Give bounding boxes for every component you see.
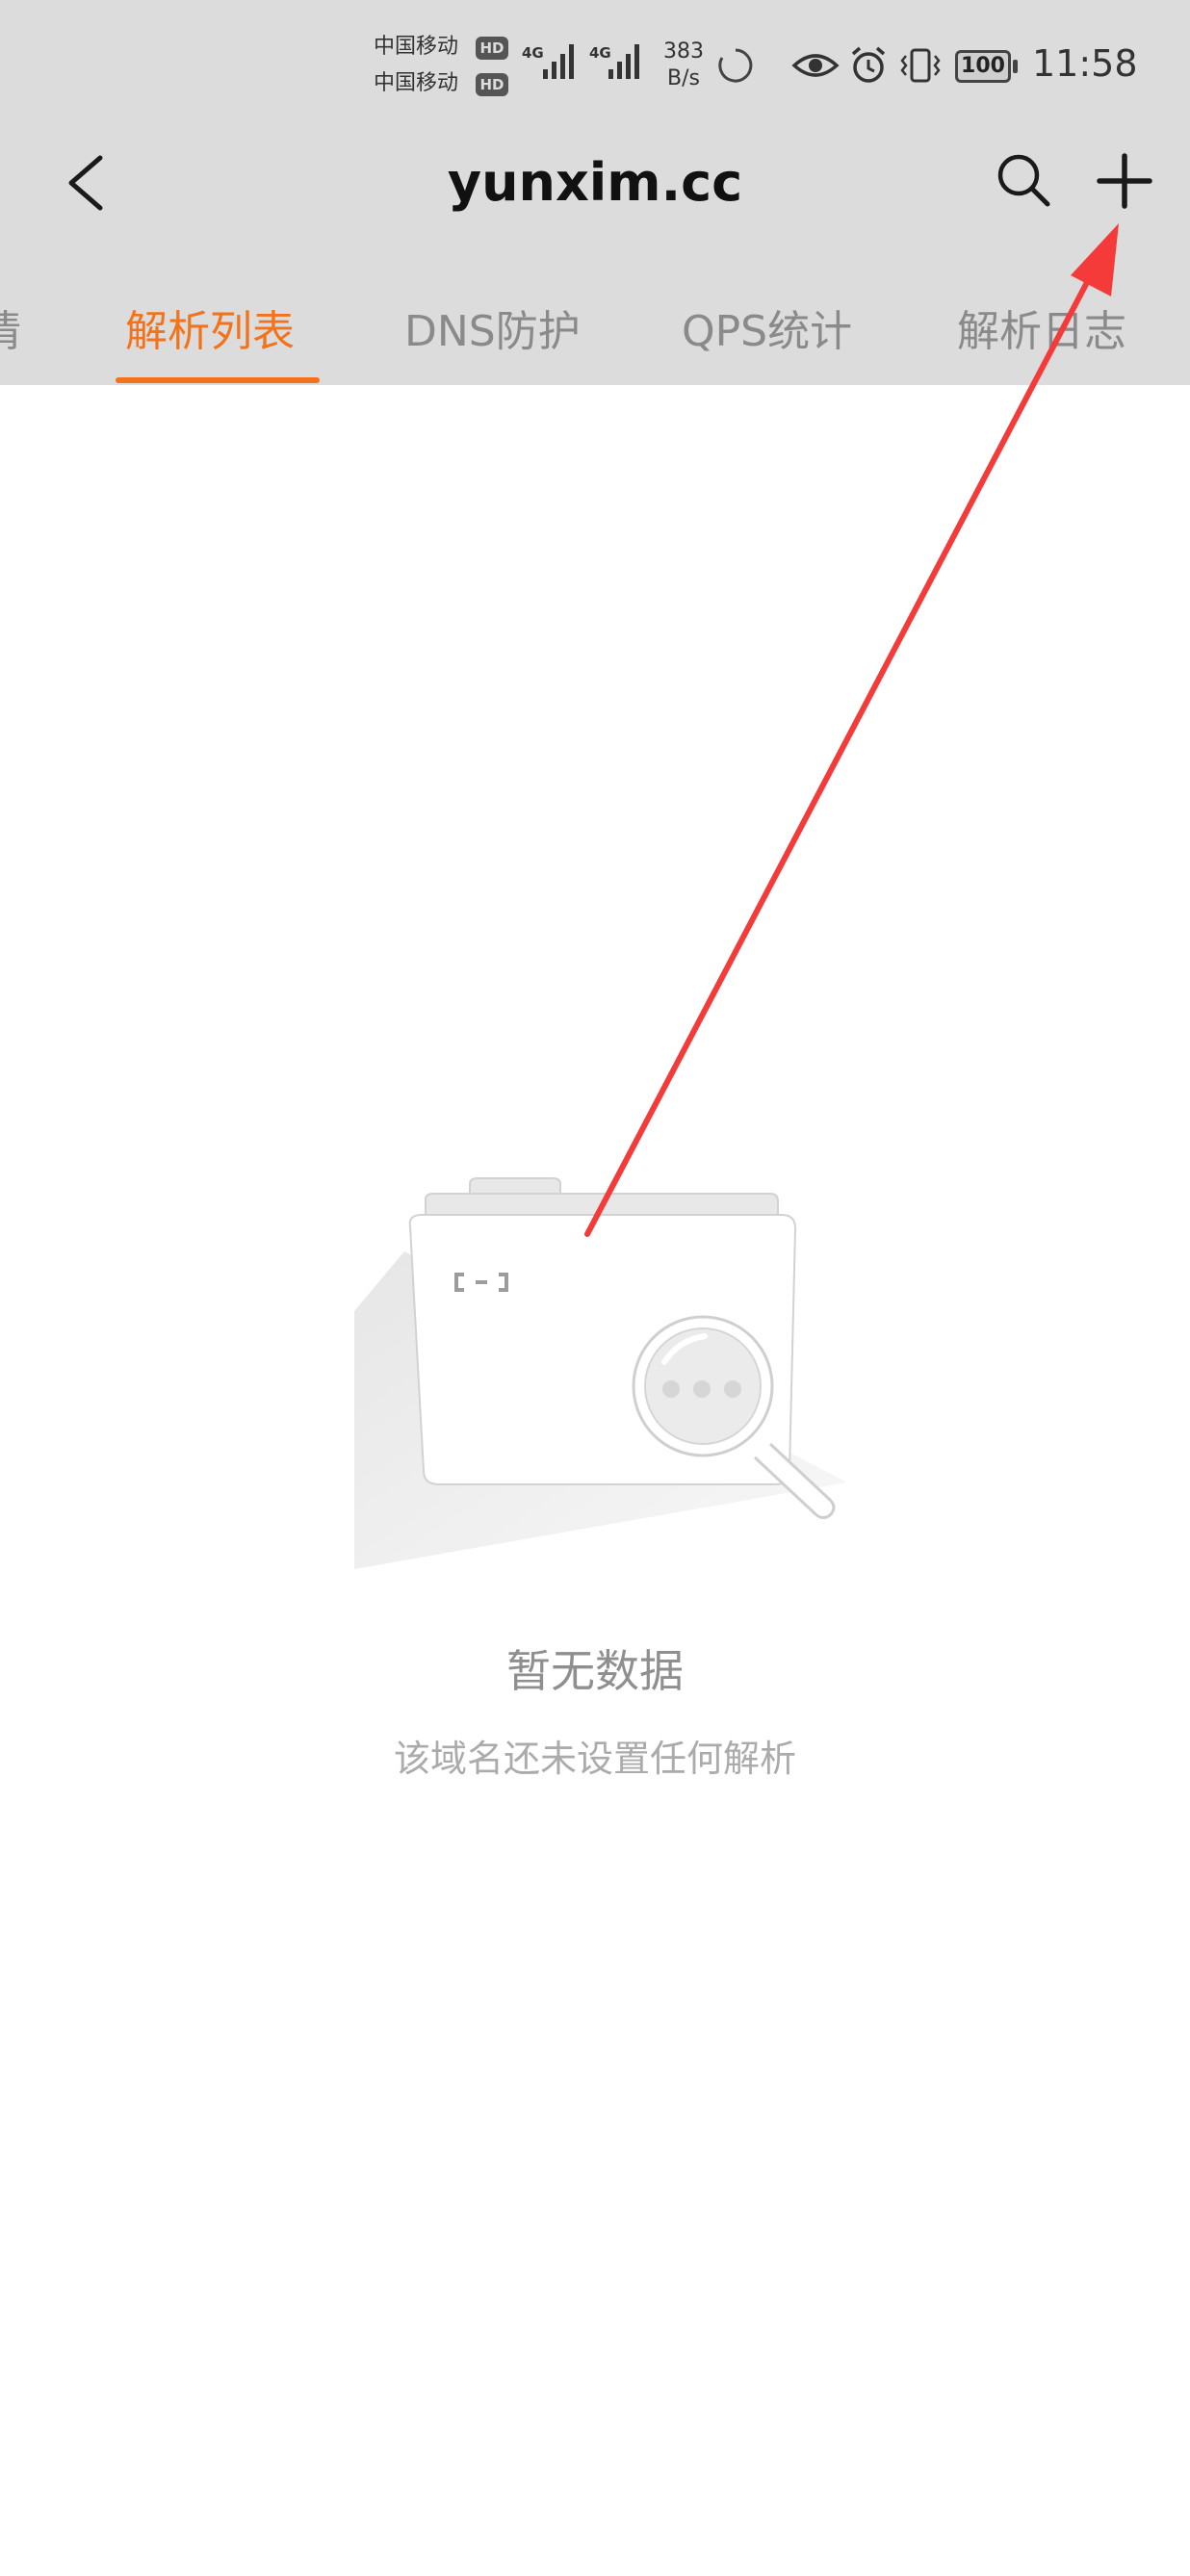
active-tab-indicator	[116, 377, 320, 383]
carrier-1: 中国移动	[374, 35, 459, 59]
tab-dns-protection[interactable]: DNS防护	[404, 296, 581, 358]
tab-bar: 情 解析列表 DNS防护 QPS统计 解析日志	[0, 279, 1190, 385]
empty-state-title: 暂无数据	[506, 1645, 684, 1697]
net-speed-unit: B/s	[667, 66, 700, 90]
empty-folder-magnifier-illustration	[354, 1177, 847, 1569]
hd-badge-1: HD	[476, 37, 508, 60]
eye-icon	[791, 54, 840, 77]
plus-icon[interactable]	[1094, 150, 1155, 212]
net-speed-value: 383	[663, 39, 704, 64]
signal-icon-1	[543, 44, 574, 79]
battery-icon: 100	[955, 50, 1011, 83]
battery-cap	[1013, 60, 1018, 73]
alarm-icon	[851, 46, 886, 83]
search-icon[interactable]	[994, 150, 1053, 210]
hd-badge-2: HD	[476, 73, 508, 96]
tab-record-list[interactable]: 解析列表	[125, 296, 295, 358]
carrier-2: 中国移动	[374, 71, 459, 95]
tab-resolve-log[interactable]: 解析日志	[957, 296, 1126, 358]
empty-state-subtitle: 该域名还未设置任何解析	[393, 1738, 796, 1780]
clock: 11:58	[1032, 42, 1138, 85]
signal-icon-2	[608, 44, 639, 79]
tab-overview[interactable]: 情	[0, 296, 21, 358]
app-header: 中国移动 中国移动 HD HD 4G 4G 383 B/s 100 11:58 …	[0, 0, 1190, 385]
net-speed: 383 B/s	[659, 39, 709, 92]
status-bar: 中国移动 中国移动 HD HD 4G 4G 383 B/s 100 11:58	[0, 0, 1190, 135]
tab-qps-stats[interactable]: QPS统计	[682, 296, 852, 358]
vibrate-icon	[900, 48, 941, 83]
loading-circle-icon	[718, 48, 753, 83]
